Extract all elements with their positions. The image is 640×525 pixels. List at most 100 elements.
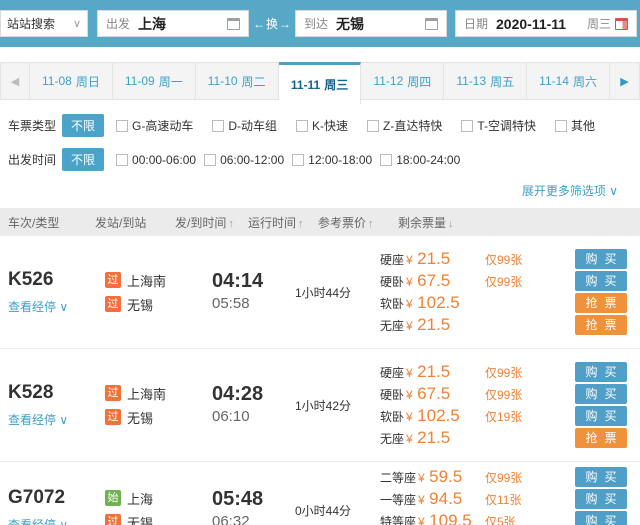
ticket-type-all-button[interactable]: 不限 bbox=[62, 114, 104, 137]
tab-date-11-11-selected[interactable]: 11-11 周三 bbox=[279, 62, 362, 104]
buy-button[interactable]: 购买 bbox=[575, 271, 627, 291]
checkbox-icon[interactable] bbox=[212, 120, 224, 132]
filter-option-time-12-18[interactable]: 12:00-18:00 bbox=[292, 153, 372, 167]
tab-date-11-13[interactable]: 11-13 周五 bbox=[444, 62, 527, 100]
buy-button[interactable]: 购买 bbox=[575, 362, 627, 382]
from-station: 过 上海南 bbox=[105, 268, 200, 292]
checkbox-icon[interactable] bbox=[116, 154, 128, 166]
col-price-sort[interactable]: 参考票价↑ bbox=[318, 214, 398, 231]
depart-label: 出发 bbox=[106, 15, 130, 32]
depart-time: 05:48 bbox=[212, 487, 295, 511]
seat-row: 二等座¥ 59.5 仅99张 购买 bbox=[380, 466, 640, 488]
filter-option-t-train[interactable]: T-空调特快 bbox=[461, 117, 536, 134]
chevron-down-icon: ∨ bbox=[73, 17, 81, 30]
seats-cell: 硬座¥ 21.5 仅99张 购买 硬卧¥ 67.5 仅99张 购买 软卧¥ 10… bbox=[380, 361, 640, 449]
view-stops-link[interactable]: 查看经停 ∨ bbox=[0, 516, 105, 525]
grab-ticket-button[interactable]: 抢票 bbox=[575, 293, 627, 313]
arrive-station-input[interactable]: 到达 无锡 bbox=[295, 10, 447, 37]
filter-option-label: 00:00-06:00 bbox=[132, 153, 196, 167]
checkbox-icon[interactable] bbox=[461, 120, 473, 132]
checkbox-icon[interactable] bbox=[367, 120, 379, 132]
seat-row: 硬卧¥ 67.5 仅99张 购买 bbox=[380, 270, 640, 292]
filter-option-other[interactable]: 其他 bbox=[555, 117, 595, 134]
filter-option-time-00-06[interactable]: 00:00-06:00 bbox=[116, 153, 196, 167]
depart-station-input[interactable]: 出发 上海 bbox=[97, 10, 249, 37]
train-row-g7072: G7072 查看经停 ∨ 始 上海 过 无锡 05:48 06:32 0小时44… bbox=[0, 462, 640, 525]
buy-button[interactable]: 购买 bbox=[575, 406, 627, 426]
view-stops-link[interactable]: 查看经停 ∨ bbox=[0, 411, 105, 428]
tab-date-11-09[interactable]: 11-09 周一 bbox=[113, 62, 196, 100]
filter-option-time-18-24[interactable]: 18:00-24:00 bbox=[380, 153, 460, 167]
duration-cell: 1小时44分 bbox=[295, 284, 380, 301]
tab-date: 11-14 bbox=[539, 74, 569, 88]
remaining-count: 仅5张 bbox=[485, 513, 575, 525]
stations-cell: 始 上海 过 无锡 bbox=[105, 486, 200, 525]
expand-more-filters-link[interactable]: 展开更多筛选项 ∨ bbox=[522, 184, 618, 198]
next-dates-arrow[interactable]: ▶ bbox=[610, 62, 640, 100]
times-cell: 04:28 06:10 bbox=[200, 382, 295, 428]
prev-dates-arrow[interactable]: ◀ bbox=[0, 62, 30, 100]
tab-date: 11-10 bbox=[208, 74, 238, 88]
train-number: G7072 bbox=[0, 487, 105, 509]
filter-option-label: T-空调特快 bbox=[477, 117, 536, 134]
buy-button[interactable]: 购买 bbox=[575, 467, 627, 487]
grab-ticket-button[interactable]: 抢票 bbox=[575, 315, 627, 335]
checkbox-icon[interactable] bbox=[204, 154, 216, 166]
search-mode-label: 站站搜索 bbox=[7, 15, 55, 32]
view-stops-link[interactable]: 查看经停 ∨ bbox=[0, 298, 105, 315]
checkbox-icon[interactable] bbox=[292, 154, 304, 166]
results-table-header: 车次/类型 发站/到站 发/到时间↑ 运行时间↑ 参考票价↑ 剩余票量↓ bbox=[0, 208, 640, 236]
weekday-label: 周三 bbox=[587, 15, 611, 32]
filter-option-time-06-12[interactable]: 06:00-12:00 bbox=[204, 153, 284, 167]
tab-date-11-12[interactable]: 11-12 周四 bbox=[361, 62, 444, 100]
remaining-count: 仅19张 bbox=[485, 408, 575, 425]
calendar-picker-icon[interactable] bbox=[615, 18, 628, 30]
calendar-icon bbox=[227, 18, 240, 30]
tab-date-11-10[interactable]: 11-10 周二 bbox=[196, 62, 279, 100]
arrive-value: 无锡 bbox=[336, 14, 425, 34]
grab-ticket-button[interactable]: 抢票 bbox=[575, 428, 627, 448]
swap-stations-button[interactable]: ← 换 → bbox=[249, 15, 295, 32]
yen-symbol: ¥ bbox=[406, 366, 413, 380]
tab-day: 周日 bbox=[76, 73, 100, 90]
buy-button[interactable]: 购买 bbox=[575, 384, 627, 404]
buy-button[interactable]: 购买 bbox=[575, 489, 627, 509]
pass-badge: 过 bbox=[105, 272, 121, 288]
depart-time-filter-row: 出发时间 不限 00:00-06:00 06:00-12:00 12:00-18… bbox=[8, 148, 632, 171]
tab-date: 11-11 bbox=[291, 78, 320, 92]
duration-cell: 1小时42分 bbox=[295, 397, 380, 414]
sort-up-icon: ↑ bbox=[298, 218, 304, 230]
checkbox-icon[interactable] bbox=[555, 120, 567, 132]
depart-time-label: 出发时间 bbox=[8, 151, 62, 168]
filter-option-g-train[interactable]: G-高速动车 bbox=[116, 117, 193, 134]
filter-option-d-train[interactable]: D-动车组 bbox=[212, 117, 277, 134]
sort-up-icon: ↑ bbox=[368, 218, 374, 230]
filter-option-k-train[interactable]: K-快速 bbox=[296, 117, 348, 134]
start-badge: 始 bbox=[105, 490, 121, 506]
left-triangle-icon: ◀ bbox=[11, 75, 19, 88]
buy-button[interactable]: 购买 bbox=[575, 511, 627, 525]
date-input[interactable]: 日期 2020-11-11 周三 bbox=[455, 10, 637, 37]
checkbox-icon[interactable] bbox=[296, 120, 308, 132]
date-label: 日期 bbox=[464, 15, 488, 32]
chevron-down-icon: ∨ bbox=[609, 184, 618, 198]
col-duration-sort[interactable]: 运行时间↑ bbox=[248, 214, 318, 231]
filter-option-z-train[interactable]: Z-直达特快 bbox=[367, 117, 442, 134]
depart-time-all-button[interactable]: 不限 bbox=[62, 148, 104, 171]
tab-date-11-08[interactable]: 11-08 周日 bbox=[30, 62, 113, 100]
times-cell: 04:14 05:58 bbox=[200, 269, 295, 315]
col-remaining-sort[interactable]: 剩余票量↓ bbox=[398, 214, 640, 231]
tab-date-11-14[interactable]: 11-14 周六 bbox=[527, 62, 610, 100]
buy-button[interactable]: 购买 bbox=[575, 249, 627, 269]
yen-symbol: ¥ bbox=[406, 388, 413, 402]
calendar-icon bbox=[425, 18, 438, 30]
seat-price: 21.5 bbox=[417, 315, 450, 334]
tab-date: 11-09 bbox=[125, 74, 155, 88]
chevron-down-icon: ∨ bbox=[59, 413, 68, 427]
tab-day: 周四 bbox=[407, 73, 431, 90]
checkbox-icon[interactable] bbox=[116, 120, 128, 132]
col-times-sort[interactable]: 发/到时间↑ bbox=[175, 214, 248, 231]
seats-cell: 二等座¥ 59.5 仅99张 购买 一等座¥ 94.5 仅11张 购买 特等座¥… bbox=[380, 466, 640, 525]
search-mode-select[interactable]: 站站搜索 ∨ bbox=[0, 10, 88, 37]
checkbox-icon[interactable] bbox=[380, 154, 392, 166]
